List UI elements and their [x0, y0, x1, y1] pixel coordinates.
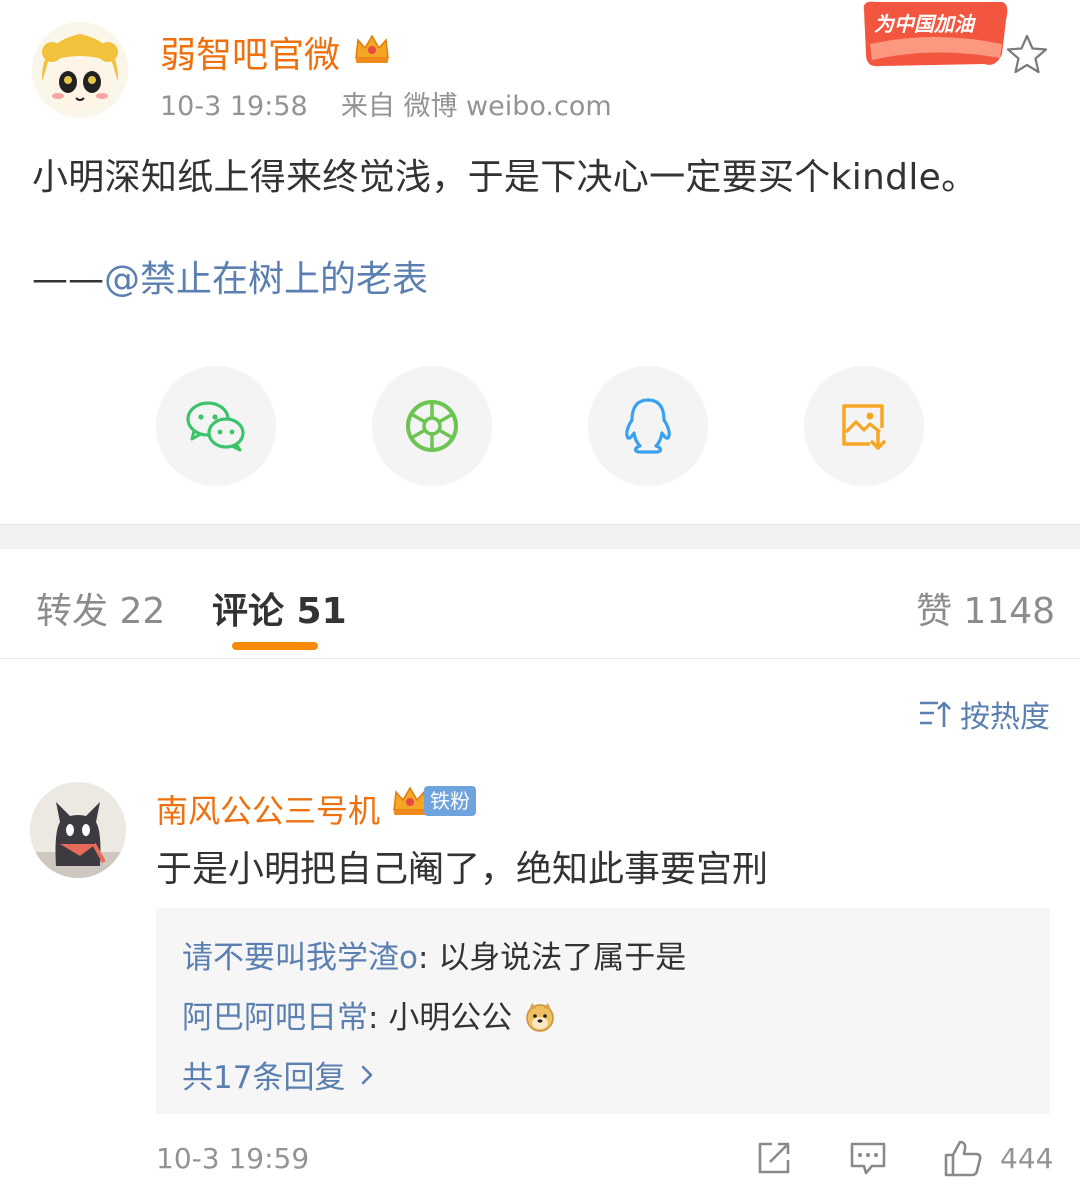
- share-wechat-button[interactable]: [156, 366, 276, 486]
- qq-icon: [625, 398, 671, 454]
- credit-mention-link[interactable]: @禁止在树上的老表: [104, 259, 428, 300]
- post-source: 来自 微博 weibo.com: [340, 91, 612, 122]
- reply-user[interactable]: 阿巴阿吧日常: [182, 1000, 368, 1036]
- post-content: 小明深知纸上得来终觉浅，于是下决心一定要买个kindle。: [32, 157, 978, 198]
- reply-text: 小明公公: [388, 1000, 513, 1036]
- more-replies-link[interactable]: 共17条回复: [182, 1052, 381, 1097]
- commenter-avatar[interactable]: [30, 782, 126, 878]
- post-author-avatar[interactable]: [32, 22, 128, 118]
- share-comment-button[interactable]: [754, 1138, 794, 1178]
- sort-icon: [920, 701, 951, 727]
- tabs-divider: [0, 658, 1080, 659]
- post-author-name[interactable]: 弱智吧官微: [160, 26, 340, 78]
- credit-dash: ——: [32, 259, 104, 300]
- favorite-star-icon[interactable]: [1004, 32, 1050, 78]
- sort-label: 按热度: [960, 700, 1050, 735]
- reply-item[interactable]: 阿巴阿吧日常: 小明公公: [182, 992, 556, 1037]
- comment-bubble-icon: [850, 1142, 886, 1175]
- tab-repost[interactable]: 转发 22: [36, 582, 165, 634]
- reply-text: 以身说法了属于是: [438, 940, 687, 976]
- post-time: 10-3 19:58: [160, 91, 308, 122]
- post-credit: ——@禁止在树上的老表: [32, 250, 428, 302]
- fan-level-badge: 铁粉: [424, 786, 476, 816]
- thumbs-up-icon: [944, 1140, 982, 1177]
- share-out-icon: [758, 1142, 790, 1174]
- replies-preview[interactable]: 请不要叫我学渣o: 以身说法了属于是 阿巴阿吧日常: 小明公公 共17条回复: [156, 908, 1050, 1114]
- tab-comments[interactable]: 评论 51: [212, 582, 347, 634]
- reply-item[interactable]: 请不要叫我学渣o: 以身说法了属于是: [182, 932, 686, 977]
- like-comment-button[interactable]: [942, 1138, 982, 1178]
- more-replies-label: 共17条回复: [182, 1060, 346, 1096]
- badge-text: 为中国加油: [874, 12, 974, 36]
- doge-emoji-icon: [526, 1003, 554, 1032]
- reply-comment-button[interactable]: [848, 1138, 888, 1178]
- save-image-icon: [842, 404, 886, 450]
- vip-crown-icon: [352, 28, 392, 68]
- save-image-button[interactable]: [804, 366, 924, 486]
- chevron-right-icon: [362, 1065, 373, 1084]
- china-support-badge: 为中国加油: [856, 0, 1012, 72]
- post-meta: 10-3 19:58 来自 微博 weibo.com: [160, 84, 612, 123]
- share-moments-button[interactable]: [372, 366, 492, 486]
- wechat-icon: [186, 401, 245, 452]
- share-qq-button[interactable]: [588, 366, 708, 486]
- comment-content: 于是小明把自己阉了，绝知此事要宫刑: [156, 849, 769, 890]
- comment-like-count: 444: [1000, 1142, 1054, 1175]
- section-divider: [0, 524, 1080, 549]
- commenter-name[interactable]: 南风公公三号机: [156, 786, 380, 832]
- comment-time: 10-3 19:59: [156, 1142, 310, 1175]
- reply-user[interactable]: 请不要叫我学渣o: [182, 940, 418, 976]
- tab-likes[interactable]: 赞 1148: [916, 582, 1055, 634]
- sort-toggle-button[interactable]: 按热度: [918, 692, 1050, 736]
- active-tab-indicator: [232, 642, 318, 650]
- moments-icon: [406, 400, 458, 452]
